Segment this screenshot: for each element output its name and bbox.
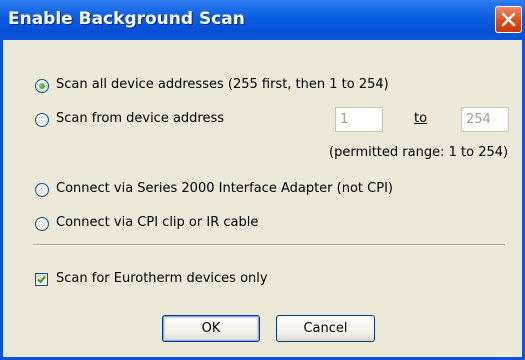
- ok-button[interactable]: OK: [162, 315, 260, 342]
- to-address-input[interactable]: [461, 107, 509, 132]
- radio-selected-dot: [39, 83, 45, 89]
- cancel-button[interactable]: Cancel: [276, 315, 375, 342]
- close-button[interactable]: [495, 6, 522, 33]
- to-label: to: [414, 111, 428, 126]
- from-address-input[interactable]: [335, 107, 383, 132]
- title-bar[interactable]: Enable Background Scan: [0, 0, 525, 40]
- checkmark-icon: [37, 275, 46, 284]
- divider: [33, 244, 505, 246]
- radio-cpi[interactable]: [35, 217, 49, 231]
- label-eurotherm-only: Scan for Eurotherm devices only: [56, 271, 268, 286]
- eurotherm-only-checkbox[interactable]: [35, 273, 48, 286]
- radio-series2000[interactable]: [35, 183, 49, 197]
- dialog-title: Enable Background Scan: [8, 9, 245, 29]
- radio-scan-all[interactable]: [35, 79, 49, 93]
- label-cpi: Connect via CPI clip or IR cable: [56, 215, 259, 230]
- label-series2000: Connect via Series 2000 Interface Adapte…: [56, 181, 393, 196]
- close-icon: [501, 12, 516, 27]
- range-note: (permitted range: 1 to 254): [329, 145, 509, 160]
- label-scan-all: Scan all device addresses (255 first, th…: [56, 77, 389, 92]
- label-scan-from: Scan from device address: [56, 111, 225, 126]
- radio-scan-from[interactable]: [35, 113, 49, 127]
